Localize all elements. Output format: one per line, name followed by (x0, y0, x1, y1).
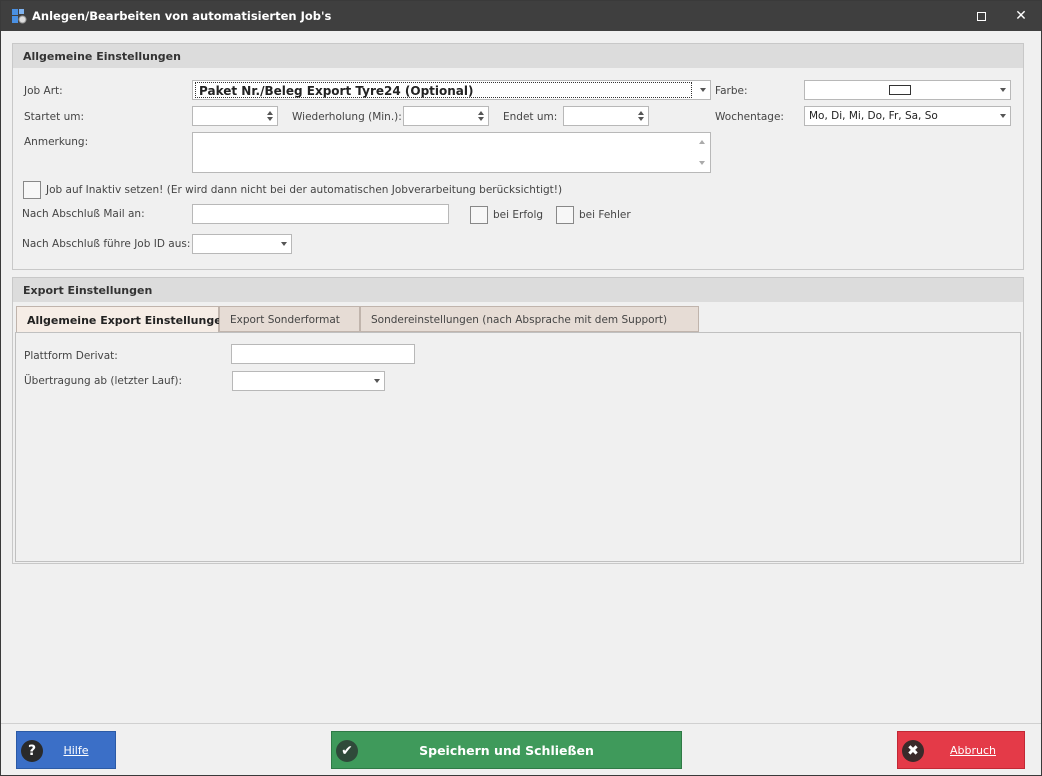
spin-up-icon[interactable] (267, 111, 273, 115)
anmerkung-label: Anmerkung: (24, 136, 89, 148)
color-swatch (889, 85, 911, 95)
chevron-down-icon (374, 379, 380, 383)
farbe-label: Farbe: (715, 85, 748, 97)
save-close-button[interactable]: ✔ Speichern und Schließen (331, 731, 682, 769)
endet-label: Endet um: (503, 111, 558, 123)
footer-bar: ? Hilfe ✔ Speichern und Schließen ✖ Abbr… (1, 723, 1041, 775)
startet-time-input[interactable] (192, 106, 278, 126)
plattform-input[interactable] (231, 344, 415, 364)
export-settings-group: Export Einstellungen Allgemeine Export E… (12, 277, 1024, 564)
abbruch-label: Abbruch (949, 744, 996, 757)
tab-sondereinstellungen[interactable]: Sondereinstellungen (nach Absprache mit … (360, 306, 699, 332)
title-bar: Anlegen/Bearbeiten von automatisierten J… (1, 1, 1041, 31)
farbe-combo[interactable] (804, 80, 1011, 100)
mail-input[interactable] (192, 204, 449, 224)
spin-up-icon[interactable] (478, 111, 484, 115)
inaktiv-checkbox[interactable] (23, 181, 41, 199)
endet-time-input[interactable] (563, 106, 649, 126)
wochentage-value: Mo, Di, Mi, Do, Fr, Sa, So (809, 110, 938, 122)
hilfe-button[interactable]: ? Hilfe (16, 731, 116, 769)
textarea-scrollbar[interactable] (694, 133, 710, 172)
chevron-down-icon (700, 88, 706, 92)
plattform-label: Plattform Derivat: (24, 350, 118, 362)
bei-erfolg-label: bei Erfolg (493, 209, 544, 221)
startet-label: Startet um: (24, 111, 84, 123)
close-button[interactable]: ✕ (1001, 1, 1041, 31)
anmerkung-textarea[interactable] (192, 132, 711, 173)
spin-down-icon[interactable] (638, 117, 644, 121)
chevron-down-icon (1000, 114, 1006, 118)
tab-panel-allgemeine-export: Plattform Derivat: Übertragung ab (letzt… (15, 332, 1021, 562)
save-close-label: Speichern und Schließen (419, 743, 594, 758)
scroll-down-icon[interactable] (699, 161, 705, 165)
scroll-up-icon[interactable] (699, 140, 705, 144)
job-id-label: Nach Abschluß führe Job ID aus: (22, 238, 191, 250)
uebertragung-label: Übertragung ab (letzter Lauf): (24, 375, 183, 387)
app-icon (12, 9, 27, 24)
export-settings-header: Export Einstellungen (13, 278, 1023, 302)
abbruch-button[interactable]: ✖ Abbruch (897, 731, 1025, 769)
hilfe-label: Hilfe (63, 744, 89, 757)
wiederholung-label: Wiederholung (Min.): (292, 111, 402, 123)
tab-export-sonderformat[interactable]: Export Sonderformat (219, 306, 360, 332)
dialog-window: Anlegen/Bearbeiten von automatisierten J… (0, 0, 1042, 776)
maximize-icon (976, 11, 986, 21)
general-settings-group: Allgemeine Einstellungen Job Art: Paket … (12, 43, 1024, 270)
spin-down-icon[interactable] (478, 117, 484, 121)
cancel-x-icon: ✖ (902, 740, 924, 762)
bei-fehler-checkbox[interactable] (556, 206, 574, 224)
job-art-value: Paket Nr./Beleg Export Tyre24 (Optional) (195, 82, 692, 98)
close-icon: ✕ (1015, 8, 1027, 24)
job-art-label: Job Art: (24, 85, 63, 97)
job-id-combo[interactable] (192, 234, 292, 254)
wiederholung-input[interactable] (403, 106, 489, 126)
uebertragung-combo[interactable] (232, 371, 385, 391)
chevron-down-icon (1000, 88, 1006, 92)
maximize-button[interactable] (961, 1, 1001, 31)
inaktiv-label: Job auf Inaktiv setzen! (Er wird dann ni… (46, 184, 563, 196)
job-art-combo[interactable]: Paket Nr./Beleg Export Tyre24 (Optional) (192, 80, 711, 100)
general-settings-header: Allgemeine Einstellungen (13, 44, 1023, 68)
wochentage-label: Wochentage: (715, 111, 784, 123)
bei-erfolg-checkbox[interactable] (470, 206, 488, 224)
bei-fehler-label: bei Fehler (579, 209, 631, 221)
window-title: Anlegen/Bearbeiten von automatisierten J… (32, 9, 332, 23)
spin-up-icon[interactable] (638, 111, 644, 115)
tab-allgemeine-export[interactable]: Allgemeine Export Einstellungen (16, 306, 230, 334)
chevron-down-icon (281, 242, 287, 246)
spin-down-icon[interactable] (267, 117, 273, 121)
mail-label: Nach Abschluß Mail an: (22, 208, 145, 220)
wochentage-combo[interactable]: Mo, Di, Mi, Do, Fr, Sa, So (804, 106, 1011, 126)
